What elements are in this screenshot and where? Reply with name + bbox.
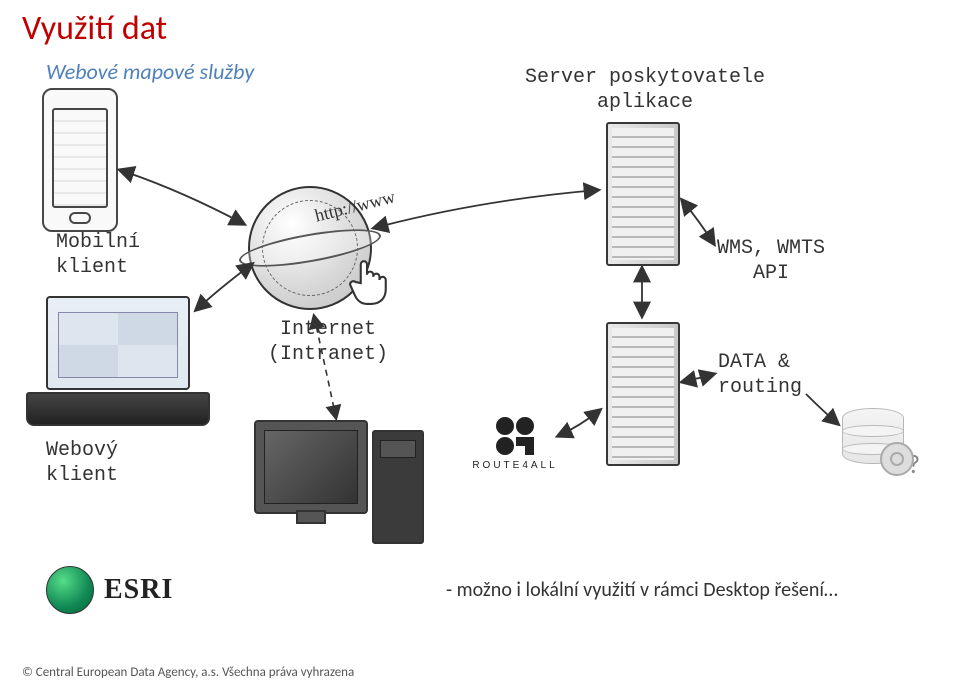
note-desktop: - možno i lokální využití v rámci Deskto… xyxy=(446,578,838,602)
label-internet: Internet (Intranet) xyxy=(268,317,388,367)
database-icon xyxy=(842,408,904,472)
label-wms-api: WMS, WMTS API xyxy=(706,236,836,286)
label-data-routing: DATA & routing xyxy=(718,350,802,400)
server-icon-routing xyxy=(606,322,680,466)
route4all-label: ROUTE4ALL xyxy=(470,460,560,471)
label-mobile-client: Mobilní klient xyxy=(56,230,140,280)
route4all-logo: ROUTE4ALL xyxy=(470,416,560,471)
page-subtitle: Webové mapové služby xyxy=(46,58,254,85)
esri-label: ESRI xyxy=(104,574,173,606)
label-web-client: Webový klient xyxy=(46,438,118,488)
desktop-pc-icon xyxy=(254,420,424,550)
page-title: Využití dat xyxy=(22,8,167,49)
esri-logo: ESRI xyxy=(46,566,173,614)
hand-cursor-icon xyxy=(346,256,388,306)
laptop-icon xyxy=(26,296,206,426)
server-icon-app xyxy=(606,122,680,266)
slide: { "title": "Využití dat", "subtitle": "W… xyxy=(0,0,960,692)
label-server: Server poskytovatele aplikace xyxy=(515,65,775,115)
esri-globe-icon xyxy=(46,566,94,614)
footer-copyright: © Central European Data Agency, a.s. Vše… xyxy=(22,665,354,680)
phone-icon xyxy=(42,88,118,232)
